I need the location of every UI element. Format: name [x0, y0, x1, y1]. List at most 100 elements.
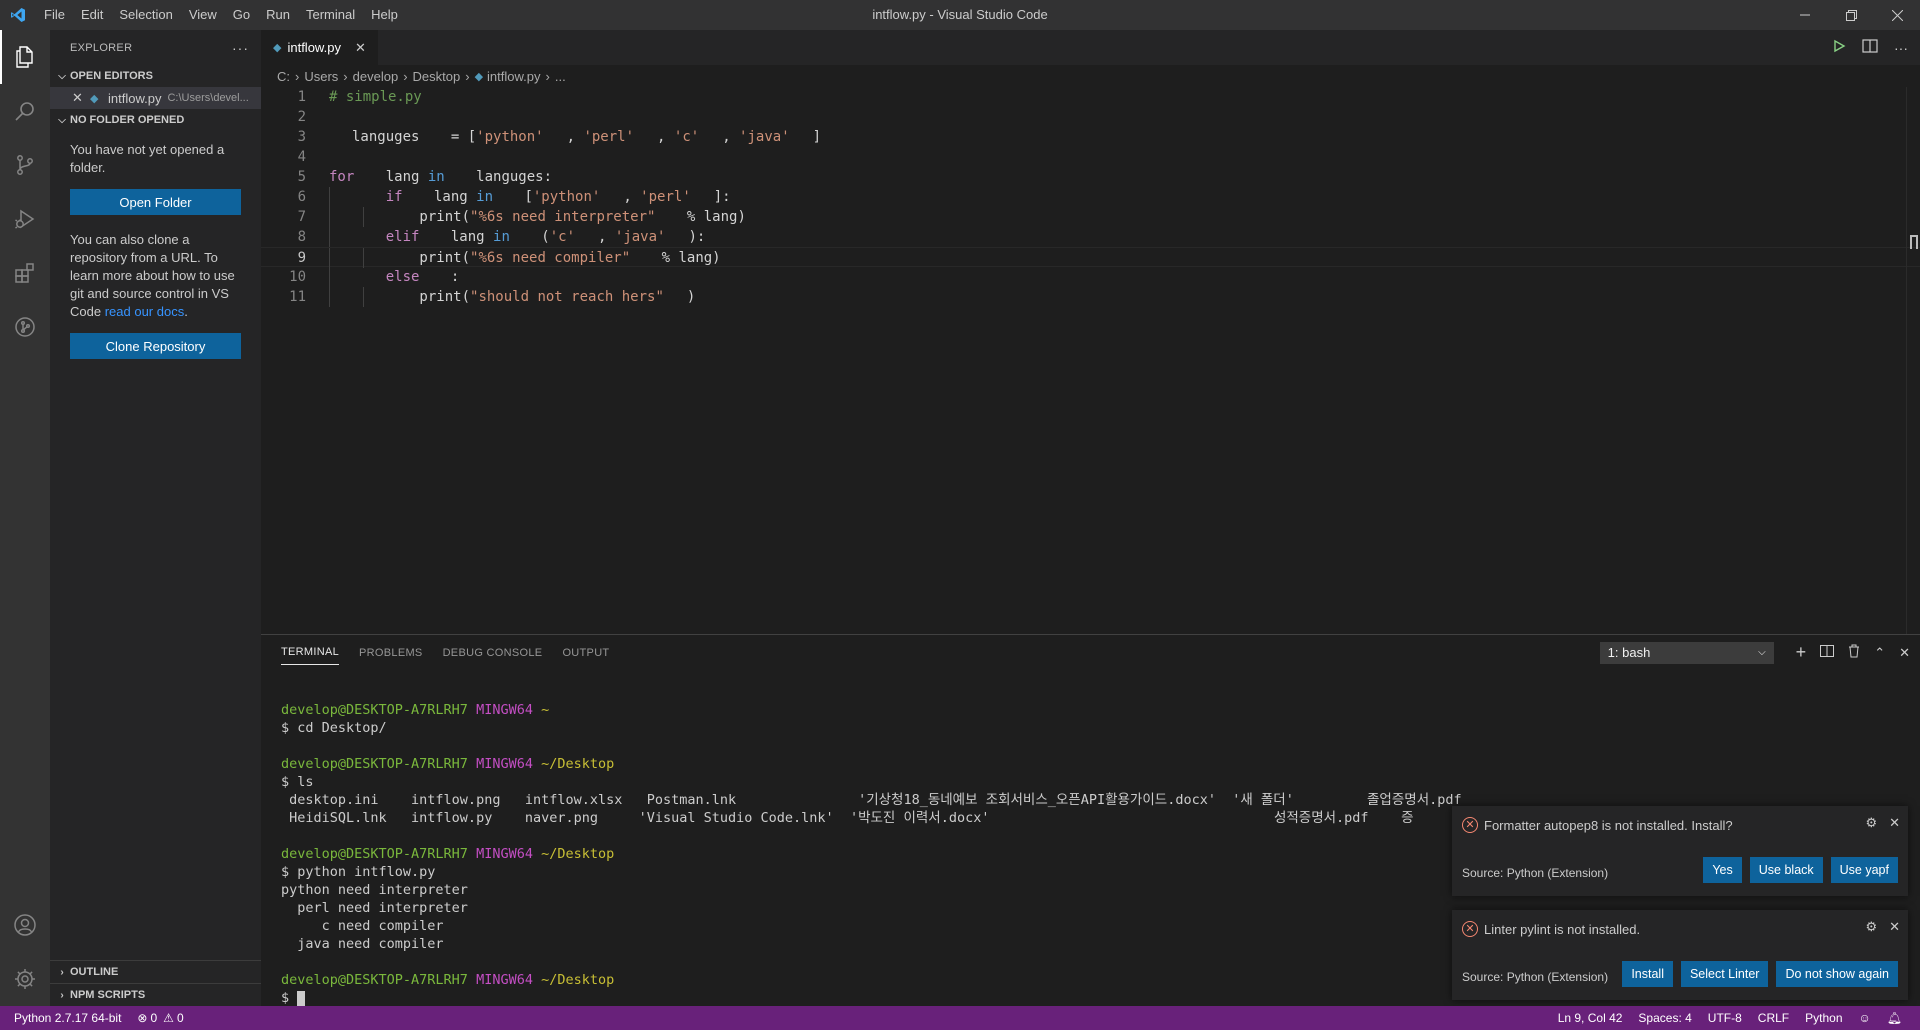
close-window-button[interactable]: [1874, 0, 1920, 30]
menu-view[interactable]: View: [181, 0, 225, 30]
code-token: ,: [623, 189, 641, 205]
git-graph-icon[interactable]: [0, 300, 50, 354]
code-line[interactable]: 8 elif lang in ('c', 'java'):: [261, 227, 1920, 247]
trash-icon[interactable]: [1848, 644, 1860, 661]
clone-repository-button[interactable]: Clone Repository: [70, 333, 241, 359]
do-not-show-again-button[interactable]: Do not show again: [1776, 961, 1898, 987]
terminal-text: c need compiler: [281, 918, 444, 934]
search-icon[interactable]: [0, 84, 50, 138]
code-editor[interactable]: 1 # simple.py 2 3 languges = ['python', 'per…: [261, 87, 1920, 307]
open-editors-section[interactable]: ⌵ OPEN EDITORS: [50, 65, 261, 87]
code-text: print("%6s need interpreter" % lang): [329, 207, 746, 227]
menu-run[interactable]: Run: [258, 0, 298, 30]
breadcrumb-item[interactable]: ...: [555, 69, 566, 84]
tab-problems[interactable]: PROBLEMS: [359, 641, 423, 665]
npm-scripts-section[interactable]: › NPM SCRIPTS: [50, 983, 261, 1006]
code-line[interactable]: 7 print("%6s need interpreter" % lang): [261, 207, 1920, 227]
code-line[interactable]: 2: [261, 107, 1920, 127]
editor-area: ◆ intflow.py ✕ ··· C: › Users › develop › D…: [261, 30, 1920, 634]
close-icon[interactable]: ✕: [1889, 815, 1900, 831]
account-icon[interactable]: [0, 898, 50, 952]
open-folder-button[interactable]: Open Folder: [70, 189, 241, 215]
split-terminal-icon[interactable]: [1820, 645, 1835, 660]
language-mode[interactable]: Python: [1797, 1011, 1850, 1025]
tab-output[interactable]: OUTPUT: [562, 641, 609, 665]
menu-terminal[interactable]: Terminal: [298, 0, 363, 30]
maximize-panel-icon[interactable]: ⌃: [1874, 645, 1885, 661]
terminal-output[interactable]: develop@DESKTOP-A7RLRH7 MINGW64 ~ $ cd De…: [281, 683, 1462, 1007]
code-line[interactable]: 5 for lang in languges:: [261, 167, 1920, 187]
read-docs-link[interactable]: read our docs: [105, 304, 185, 319]
menu-selection[interactable]: Selection: [111, 0, 180, 30]
breadcrumb-item[interactable]: Users: [304, 69, 338, 84]
line-number: 3: [297, 129, 306, 145]
use-yapf-button[interactable]: Use yapf: [1830, 857, 1898, 883]
close-panel-icon[interactable]: ✕: [1899, 645, 1910, 661]
use-black-button[interactable]: Use black: [1749, 857, 1823, 883]
menu-help[interactable]: Help: [363, 0, 406, 30]
overview-ruler[interactable]: [1906, 87, 1920, 634]
new-terminal-icon[interactable]: +: [1796, 642, 1807, 663]
open-editor-item[interactable]: ✕ ◆ intflow.py C:\Users\devel...: [50, 87, 261, 109]
breadcrumb-item[interactable]: C:: [277, 69, 290, 84]
indentation[interactable]: Spaces: 4: [1630, 1011, 1699, 1025]
breadcrumb-item[interactable]: intflow.py: [487, 69, 540, 84]
menu-edit[interactable]: Edit: [73, 0, 111, 30]
code-token: 'python': [476, 129, 544, 145]
more-actions-icon[interactable]: ···: [1894, 40, 1908, 56]
encoding[interactable]: UTF-8: [1700, 1011, 1750, 1025]
code-token: 'perl': [583, 129, 635, 145]
outline-section[interactable]: › OUTLINE: [50, 960, 261, 983]
gear-icon[interactable]: ⚙: [1865, 815, 1877, 831]
menu-go[interactable]: Go: [225, 0, 258, 30]
code-line[interactable]: 10 else :: [261, 267, 1920, 287]
yes-button[interactable]: Yes: [1703, 857, 1742, 883]
panel-actions: 1: bash ⌵ + ⌃ ✕: [1599, 635, 1910, 670]
code-token: print(: [352, 289, 471, 305]
line-ending[interactable]: CRLF: [1750, 1011, 1797, 1025]
breadcrumb-item[interactable]: develop: [353, 69, 399, 84]
notifications-bell-icon[interactable]: 🔔︎: [1879, 1011, 1910, 1025]
close-editor-icon[interactable]: ✕: [72, 90, 90, 106]
cursor-position[interactable]: Ln 9, Col 42: [1550, 1011, 1631, 1025]
close-icon[interactable]: ✕: [1889, 919, 1900, 935]
settings-gear-icon[interactable]: [0, 952, 50, 1006]
code-token: else: [385, 269, 420, 285]
code-line[interactable]: 11 print("should not reach hers"): [261, 287, 1920, 307]
more-actions-icon[interactable]: ···: [232, 40, 249, 56]
code-line[interactable]: 9 print("%6s need compiler" % lang): [261, 247, 1920, 268]
feedback-icon[interactable]: ☺: [1851, 1011, 1879, 1025]
source-control-icon[interactable]: [0, 138, 50, 192]
code-line[interactable]: 3 languges = ['python', 'perl', 'c', 'jav…: [261, 127, 1920, 147]
code-token: in: [493, 229, 510, 245]
breadcrumb-item[interactable]: Desktop: [413, 69, 461, 84]
minimize-button[interactable]: [1782, 0, 1828, 30]
tab-intflow-py[interactable]: ◆ intflow.py ✕: [261, 30, 378, 65]
code-token: % lang): [653, 250, 721, 266]
line-number: 7: [297, 209, 306, 225]
code-line[interactable]: 6 if lang in ['python', 'perl']:: [261, 187, 1920, 207]
install-button[interactable]: Install: [1622, 961, 1673, 987]
indent-guide: [362, 287, 364, 307]
no-folder-section[interactable]: ⌵ NO FOLDER OPENED: [50, 109, 261, 131]
terminal-line: develop@DESKTOP-A7RLRH7 MINGW64 ~: [281, 701, 1462, 719]
notification-toast: ✕ Formatter autopep8 is not installed. In…: [1452, 806, 1908, 896]
problems-indicator[interactable]: ⊗ 0 ⚠ 0: [129, 1011, 191, 1025]
gear-icon[interactable]: ⚙: [1865, 919, 1877, 935]
split-editor-icon[interactable]: [1862, 39, 1878, 56]
python-interpreter[interactable]: Python 2.7.17 64-bit: [14, 1011, 129, 1025]
terminal-select[interactable]: 1: bash ⌵: [1599, 641, 1774, 664]
run-file-icon[interactable]: [1832, 39, 1846, 56]
code-line[interactable]: 1 # simple.py: [261, 87, 1920, 107]
select-linter-button[interactable]: Select Linter: [1680, 961, 1769, 987]
menu-file[interactable]: File: [36, 0, 73, 30]
run-debug-icon[interactable]: [0, 192, 50, 246]
restore-button[interactable]: [1828, 0, 1874, 30]
tab-debug-console[interactable]: DEBUG CONSOLE: [443, 641, 543, 665]
tab-terminal[interactable]: TERMINAL: [281, 640, 340, 665]
explorer-icon[interactable]: [0, 30, 50, 84]
line-number: 4: [297, 149, 306, 165]
extensions-icon[interactable]: [0, 246, 50, 300]
close-tab-icon[interactable]: ✕: [355, 40, 366, 56]
code-line[interactable]: 4: [261, 147, 1920, 167]
